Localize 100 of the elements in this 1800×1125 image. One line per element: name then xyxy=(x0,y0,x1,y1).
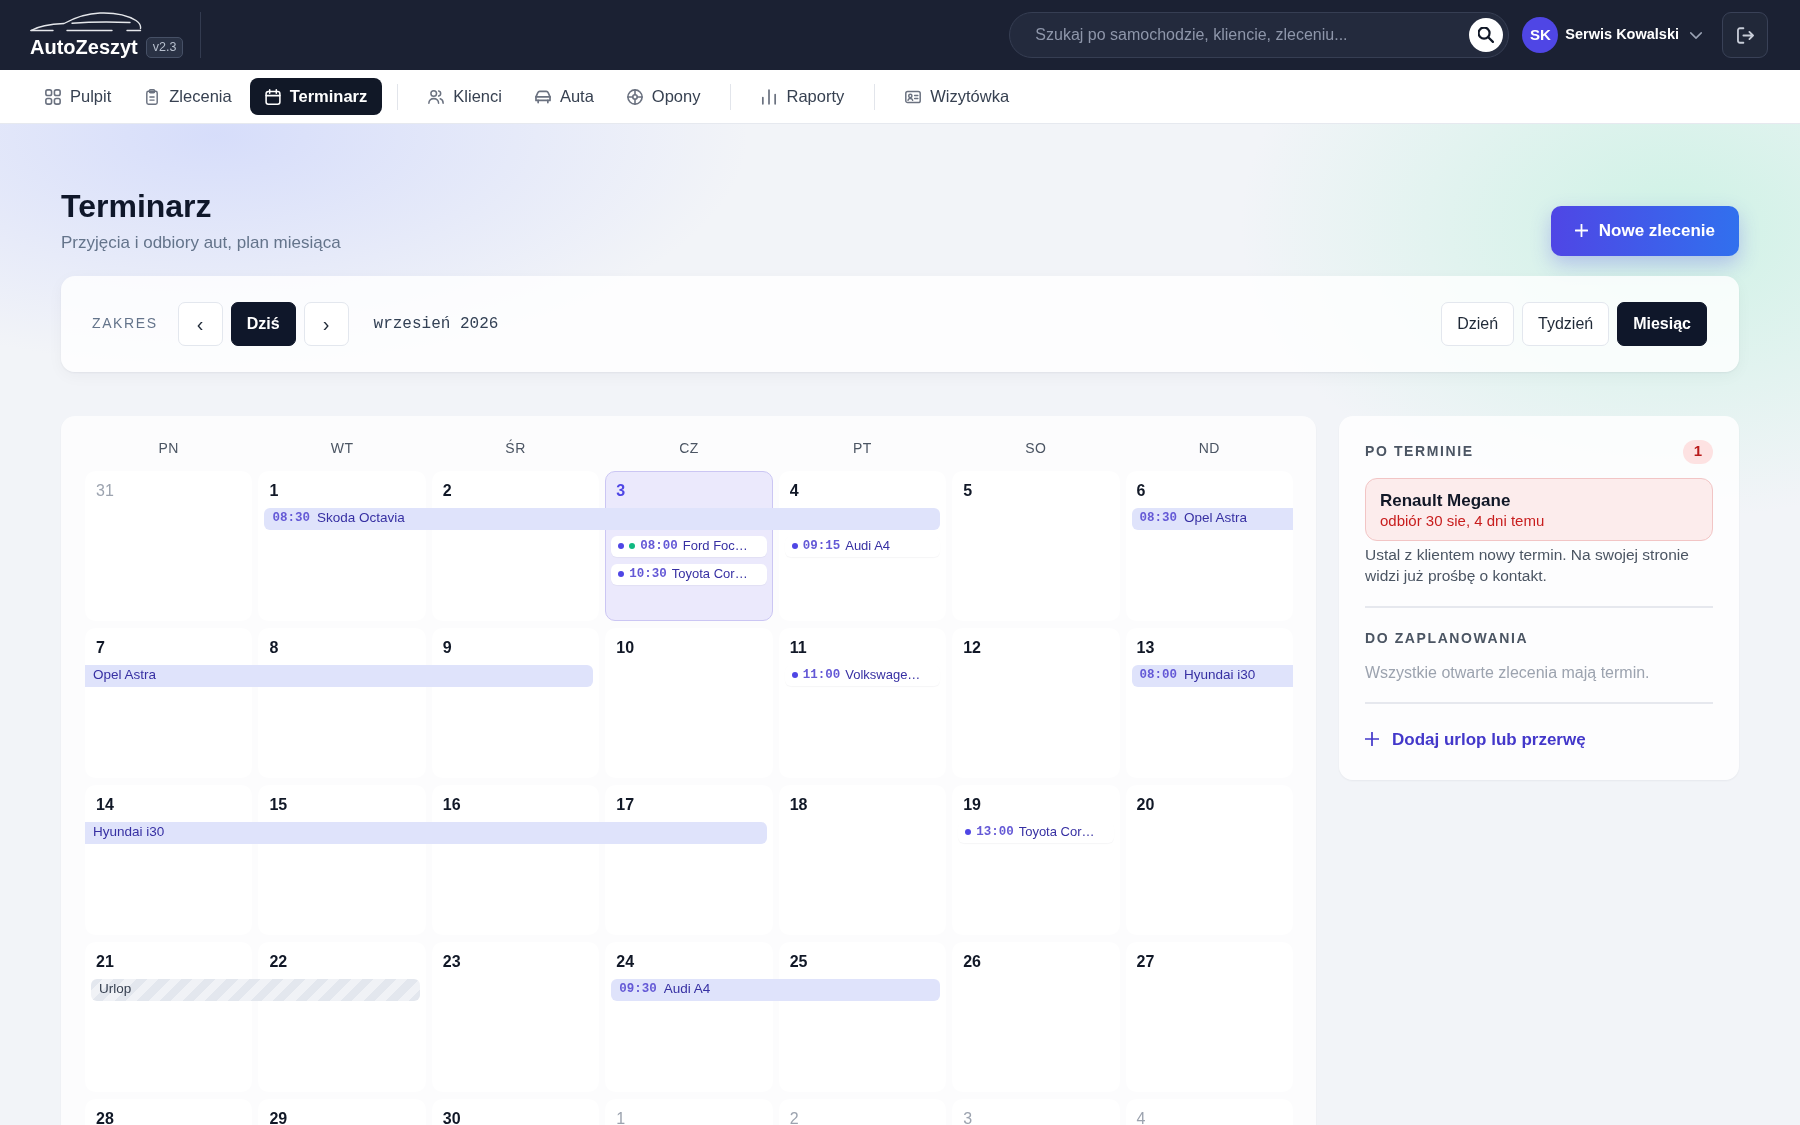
section-heading: DO ZAPLANOWANIA xyxy=(1365,628,1530,648)
day-number: 1 xyxy=(269,481,279,500)
nav-tab[interactable]: Pulpit xyxy=(30,78,127,115)
day-number: 31 xyxy=(96,481,114,500)
page-subtitle: Przyjęcia i odbiory aut, plan miesiąca xyxy=(61,232,341,254)
weekday-label: ND xyxy=(1198,439,1220,458)
day-number: 23 xyxy=(442,952,461,971)
nav-tab[interactable]: Klienci xyxy=(413,78,517,115)
bar-chart-icon xyxy=(761,88,778,105)
add-leave-link[interactable]: Dodaj urlop lub przerwę xyxy=(1365,726,1586,752)
weekday-label: CZ xyxy=(679,439,699,458)
section-heading: PO TERMINIE xyxy=(1365,442,1474,461)
day-number: 20 xyxy=(1136,795,1155,814)
nav-tab[interactable]: Auta xyxy=(519,78,609,115)
user-avatar: SK xyxy=(1522,17,1559,53)
day-number: 13 xyxy=(1136,638,1155,657)
day-number: 2 xyxy=(789,1109,799,1125)
day-number: 28 xyxy=(96,1109,114,1125)
wheel-icon xyxy=(626,88,643,105)
weekday-label: PN xyxy=(158,439,179,458)
page-title: Terminarz xyxy=(61,187,213,226)
event-bar[interactable]: 09:30 Audi A4 xyxy=(611,978,941,1001)
event-bar[interactable]: 08:00 Hyundai i30 xyxy=(1131,664,1293,687)
event-chip[interactable]: 13:00 Toyota Cor… xyxy=(958,821,1114,843)
grid-icon xyxy=(45,88,61,105)
day-number: 21 xyxy=(96,952,114,971)
nav-tab[interactable]: Opony xyxy=(611,78,716,115)
day-number: 26 xyxy=(963,952,981,971)
day-number: 15 xyxy=(269,795,288,814)
search-icon xyxy=(1478,27,1495,43)
car-icon xyxy=(534,88,551,105)
day-number: 17 xyxy=(616,795,635,814)
event-chip[interactable]: 08:00 Ford Foc… xyxy=(611,535,767,557)
clipboard-icon xyxy=(144,88,161,105)
day-number: 6 xyxy=(1136,481,1146,500)
day-number: 22 xyxy=(269,952,288,971)
weekday-label: WT xyxy=(330,439,354,458)
today-button[interactable]: Dziś xyxy=(230,301,296,346)
day-number: 30 xyxy=(442,1109,461,1125)
nav-tab[interactable]: Raporty xyxy=(746,78,860,115)
empty-state-text: Wszystkie otwarte zlecenia mają termin. xyxy=(1365,662,1651,683)
weekday-label: ŚR xyxy=(505,438,526,458)
day-number: 4 xyxy=(789,481,799,500)
version-badge: v2.3 xyxy=(145,36,184,58)
event-bar[interactable]: 08:30 Skoda Octavia xyxy=(264,507,941,530)
day-number: 1 xyxy=(616,1109,626,1125)
logout-icon xyxy=(1736,26,1754,44)
previous-button[interactable]: ‹ xyxy=(177,301,223,346)
overdue-date: odbiór 30 sie, 4 dni temu xyxy=(1380,510,1546,530)
app-name: AutoZeszyt xyxy=(30,35,138,59)
weekday-label: PT xyxy=(852,439,872,458)
search-field[interactable]: Szukaj po samochodzie, kliencie, zleceniu... xyxy=(1009,12,1510,58)
day-number: 11 xyxy=(789,638,807,657)
plus-icon xyxy=(1365,732,1379,747)
event-bar[interactable]: 08:30 Opel Astra xyxy=(1131,507,1293,530)
overdue-card[interactable]: Renault Megane odbiór 30 sie, 4 dni temu xyxy=(1365,477,1713,541)
logout-button[interactable] xyxy=(1722,12,1768,58)
event-bar[interactable]: Hyundai i30 xyxy=(85,821,767,844)
day-number: 19 xyxy=(963,795,981,814)
nav-tab[interactable]: Terminarz xyxy=(249,78,383,115)
day-number: 8 xyxy=(269,638,279,657)
day-number: 2 xyxy=(442,481,452,500)
day-number: 18 xyxy=(789,795,808,814)
count-badge: 1 xyxy=(1683,439,1713,464)
new-order-button[interactable]: Nowe zlecenie xyxy=(1550,205,1739,256)
next-button[interactable]: › xyxy=(303,301,349,346)
id-card-icon xyxy=(905,88,922,105)
view-tab[interactable]: Miesiąc xyxy=(1617,301,1707,346)
day-number: 5 xyxy=(963,481,973,500)
nav-tab[interactable]: Wizytówka xyxy=(890,78,1025,115)
day-number: 25 xyxy=(789,952,808,971)
range-label: ZAKRES xyxy=(92,314,158,333)
day-number: 24 xyxy=(616,952,635,971)
day-number: 12 xyxy=(963,638,981,657)
day-number: 10 xyxy=(616,638,635,657)
car-name: Renault Megane xyxy=(1380,489,1512,511)
month-label: wrzesień 2026 xyxy=(373,313,499,335)
day-number: 27 xyxy=(1136,952,1155,971)
day-number: 4 xyxy=(1136,1109,1146,1125)
day-number: 3 xyxy=(963,1109,973,1125)
calendar-icon xyxy=(264,88,281,105)
day-number: 29 xyxy=(269,1109,288,1125)
user-menu-button[interactable]: Serwis Kowalski xyxy=(1558,17,1708,53)
event-chip[interactable]: 10:30 Toyota Cor… xyxy=(611,563,767,585)
view-tab[interactable]: Tydzień xyxy=(1522,301,1610,346)
day-number: 3 xyxy=(616,481,626,500)
chevron-down-icon xyxy=(1690,31,1702,39)
view-tab[interactable]: Dzień xyxy=(1441,301,1515,346)
day-number: 14 xyxy=(96,795,114,814)
plus-icon xyxy=(1574,224,1588,237)
day-number: 16 xyxy=(442,795,461,814)
day-number: 7 xyxy=(96,638,105,657)
hint-text: Ustal z klientem nowy termin. Na swojej stronie widzi już prośbę o kontakt. xyxy=(1365,544,1690,586)
event-bar[interactable]: Opel Astra xyxy=(85,664,594,687)
users-icon xyxy=(428,88,445,105)
leave-bar[interactable]: Urlop xyxy=(91,978,420,1001)
weekday-label: SO xyxy=(1025,439,1047,458)
nav-tab[interactable]: Zlecenia xyxy=(129,78,247,115)
day-number: 9 xyxy=(442,638,452,657)
car-outline-icon xyxy=(30,11,142,32)
